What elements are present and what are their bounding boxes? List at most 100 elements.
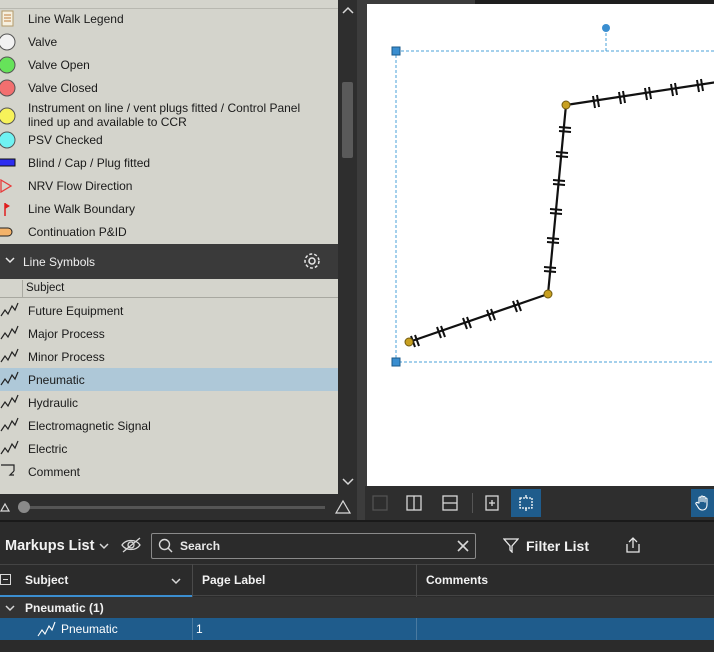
filter-icon: [502, 537, 520, 556]
markups-list-title[interactable]: Markups List: [5, 538, 94, 554]
resize-handle-bottom-left: [391, 357, 401, 367]
symbol-future-equipment[interactable]: Future Equipment: [0, 299, 338, 322]
split-vertical-button[interactable]: [399, 489, 429, 517]
circle-red-icon: [0, 78, 18, 98]
pneumatic-hash-marks: [410, 78, 704, 348]
blue-bar-icon: [0, 157, 18, 169]
symbol-label: Future Equipment: [28, 304, 124, 318]
line-symbols-header[interactable]: Line Symbols: [0, 244, 338, 279]
legend-label: NRV Flow Direction: [28, 179, 133, 193]
symbol-electromagnetic-signal[interactable]: Electromagnetic Signal: [0, 414, 338, 437]
legend-item-valve[interactable]: Valve: [0, 33, 338, 51]
slider-track[interactable]: [18, 506, 325, 509]
pneumatic-markup[interactable]: [367, 4, 714, 486]
column-header-page-label[interactable]: Page Label: [193, 565, 416, 597]
column-header-subject[interactable]: Subject: [0, 280, 338, 298]
chevron-down-icon[interactable]: [342, 476, 354, 490]
symbol-size-slider: [0, 494, 357, 520]
symbol-major-process[interactable]: Major Process: [0, 322, 338, 345]
chevron-down-icon[interactable]: [170, 575, 182, 590]
app-window: Line Walk Legend Valve Valve Open Valve …: [0, 0, 714, 652]
legend-item-continuation[interactable]: Continuation P&ID: [0, 223, 338, 241]
hide-markups-icon[interactable]: [120, 536, 144, 557]
legend-item-nrv[interactable]: NRV Flow Direction: [0, 177, 338, 195]
large-triangle-icon: [334, 499, 352, 518]
column-label: Page Label: [202, 573, 266, 587]
symbol-label: Comment: [28, 465, 81, 479]
chevron-up-icon[interactable]: [342, 4, 354, 18]
gear-icon[interactable]: [302, 251, 322, 274]
export-icon[interactable]: [624, 536, 642, 557]
slider-knob[interactable]: [18, 501, 30, 513]
tool-chest-scrollbar[interactable]: [338, 0, 357, 494]
table-row[interactable]: Pneumatic 1: [0, 618, 714, 640]
column-label: Comments: [426, 573, 489, 587]
chevron-down-icon[interactable]: [98, 540, 110, 555]
legend-item-line-walk-legend[interactable]: Line Walk Legend: [0, 10, 338, 28]
group-label: Pneumatic (1): [25, 601, 104, 615]
row-subject: Pneumatic: [61, 622, 118, 636]
toolbar-separator: [472, 493, 473, 513]
zigzag-line-icon: [0, 301, 20, 322]
symbol-label: Major Process: [28, 327, 105, 341]
split-horizontal-icon: [442, 495, 458, 511]
legend-label: Line Walk Legend: [28, 12, 124, 26]
fit-selection-button[interactable]: [511, 489, 541, 517]
scroll-thumb[interactable]: [342, 82, 353, 158]
tool-chest-panel: Line Walk Legend Valve Valve Open Valve …: [0, 0, 357, 520]
circle-green-icon: [0, 55, 18, 75]
legend-label: Continuation P&ID: [28, 225, 127, 239]
legend-item-instrument[interactable]: Instrument on line / vent plugs fitted /…: [0, 100, 338, 130]
legend-item-boundary[interactable]: Line Walk Boundary: [0, 200, 338, 218]
symbol-comment[interactable]: Comment: [0, 460, 338, 483]
group-row-pneumatic[interactable]: Pneumatic (1): [0, 597, 714, 618]
column-label: Subject: [26, 282, 65, 294]
symbol-label: Hydraulic: [28, 396, 79, 410]
zigzag-line-icon: [0, 439, 20, 460]
comment-callout-icon: [0, 462, 20, 483]
triangle-red-icon: [0, 179, 18, 193]
markups-list-panel: Markups List Filter List: [0, 520, 714, 652]
column-separator: [416, 618, 417, 640]
split-horizontal-button[interactable]: [435, 489, 465, 517]
legend-item-psv-checked[interactable]: PSV Checked: [0, 131, 338, 149]
pneumatic-line: [408, 81, 714, 344]
symbol-hydraulic[interactable]: Hydraulic: [0, 391, 338, 414]
document-canvas[interactable]: [365, 0, 714, 490]
view-toolbar: [365, 486, 714, 520]
legend-label: Line Walk Boundary: [28, 202, 135, 216]
pan-tool-button[interactable]: [691, 489, 714, 517]
search-field[interactable]: [151, 533, 476, 559]
document-page[interactable]: [367, 4, 714, 486]
fit-selection-icon: [519, 495, 533, 511]
legend-label: Valve Open: [28, 58, 90, 72]
symbol-pneumatic[interactable]: Pneumatic: [0, 368, 338, 391]
symbol-label: Electric: [28, 442, 68, 456]
symbol-minor-process[interactable]: Minor Process: [0, 345, 338, 368]
search-input[interactable]: [180, 537, 450, 555]
column-header-subject[interactable]: Subject: [0, 565, 192, 597]
legend-item-valve-open[interactable]: Valve Open: [0, 56, 338, 74]
vertex-handle: [404, 337, 414, 347]
vertex-handle: [561, 100, 571, 110]
chevron-down-icon[interactable]: [4, 254, 16, 269]
rotation-handle: [602, 24, 610, 32]
legend-item-valve-closed[interactable]: Valve Closed: [0, 79, 338, 97]
symbol-electric[interactable]: Electric: [0, 437, 338, 460]
legend-item-blind[interactable]: Blind / Cap / Plug fitted: [0, 154, 338, 172]
single-page-button[interactable]: [365, 489, 395, 517]
search-icon: [158, 538, 174, 557]
column-label: Subject: [25, 573, 69, 587]
column-header-comments[interactable]: Comments: [417, 565, 714, 597]
chevron-down-icon[interactable]: [4, 603, 16, 617]
collapse-all-icon[interactable]: [0, 574, 11, 585]
close-icon[interactable]: [456, 539, 470, 556]
legend-top-edge: [0, 0, 338, 9]
sync-button[interactable]: [477, 489, 507, 517]
filter-list-button[interactable]: Filter List: [502, 535, 590, 557]
panel-splitter[interactable]: [357, 0, 365, 520]
legend-label: Valve: [28, 35, 58, 49]
circle-white-icon: [0, 32, 18, 52]
zigzag-line-icon: [37, 620, 57, 641]
filter-list-label: Filter List: [526, 538, 590, 554]
